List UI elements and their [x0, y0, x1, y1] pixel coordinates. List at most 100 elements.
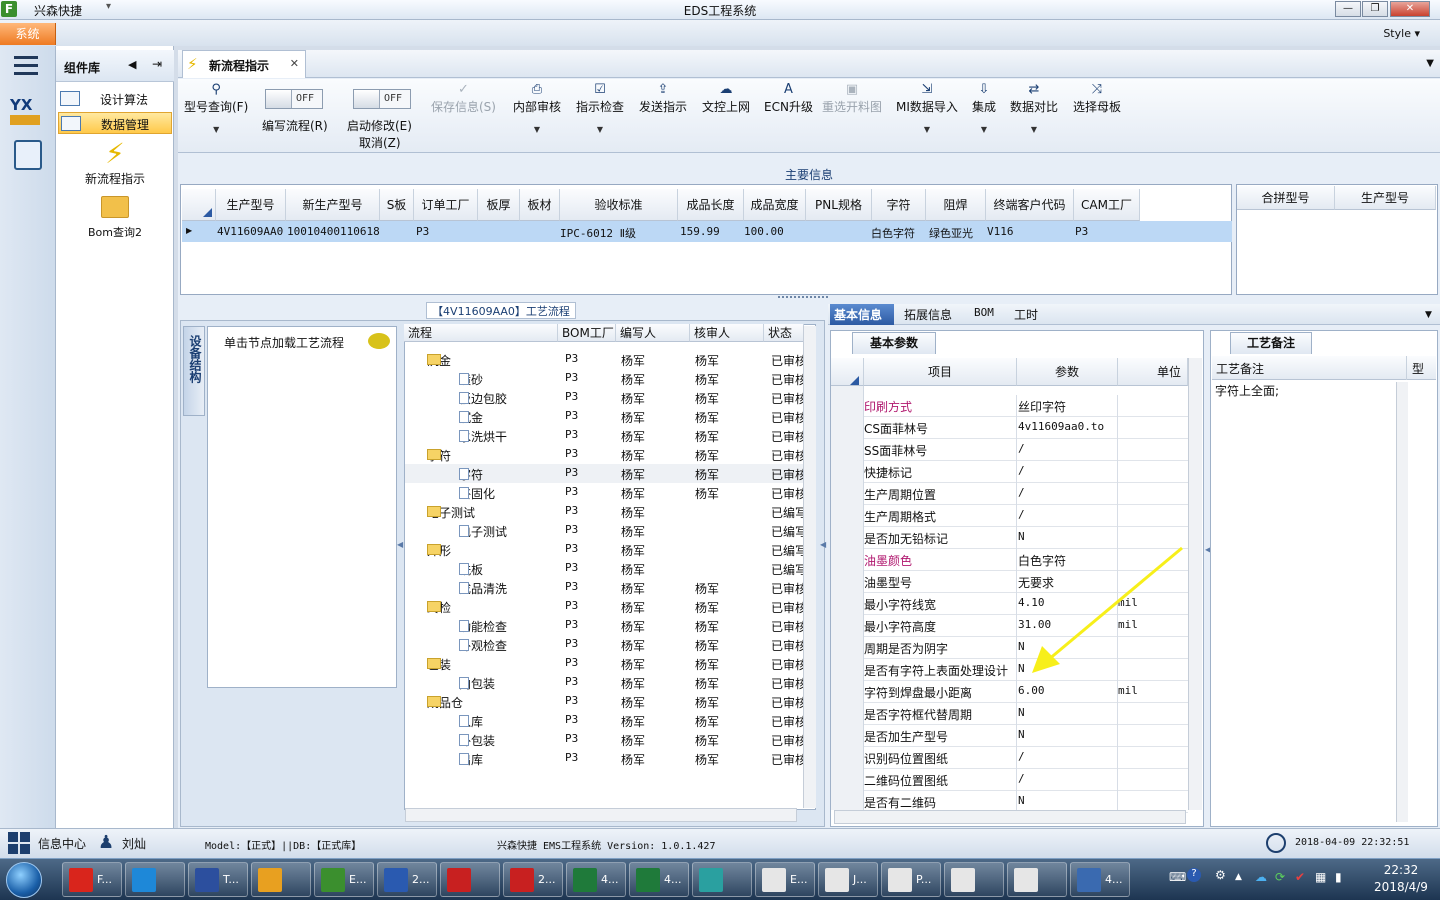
- tree-row[interactable]: 出库 P3 杨军 杨军 已审核: [405, 749, 805, 768]
- tab-list-dropdown-icon[interactable]: ▼: [1426, 58, 1434, 69]
- column-header[interactable]: 合拼型号: [1237, 186, 1335, 210]
- tree-row[interactable]: 外观检查 P3 杨军 杨军 已审核: [405, 635, 805, 654]
- column-header[interactable]: 单位: [1118, 358, 1188, 386]
- factory-icon[interactable]: YX: [10, 96, 44, 128]
- param-value[interactable]: N: [1018, 794, 1118, 807]
- taskbar-item[interactable]: [440, 862, 500, 897]
- column-header[interactable]: BOM工厂: [558, 324, 616, 342]
- save-info-button[interactable]: ✓ 保存信息(S): [431, 82, 496, 115]
- windows-grid-icon[interactable]: [8, 832, 30, 854]
- param-row[interactable]: 印刷方式 丝印字符: [864, 395, 1188, 417]
- tab-list-dropdown-icon[interactable]: ▼: [1425, 310, 1432, 320]
- column-header[interactable]: 成品宽度: [744, 189, 806, 221]
- cloud-icon[interactable]: ☁: [1255, 870, 1267, 884]
- taskbar-item[interactable]: [944, 862, 1004, 897]
- tree-row[interactable]: −电子测试 P3 杨军 已编写: [405, 502, 805, 521]
- equipment-structure-tab[interactable]: 设备结构: [183, 326, 205, 416]
- column-header[interactable]: 核审人: [690, 324, 764, 342]
- doc-online-button[interactable]: ☁ 文控上网: [702, 82, 750, 115]
- tree-row[interactable]: −字符 P3 杨军 杨军 已审核: [405, 445, 805, 464]
- tab-basic-params[interactable]: 基本参数: [852, 332, 936, 354]
- param-row[interactable]: 二维码位置图纸 /: [864, 769, 1188, 791]
- column-header[interactable]: 状态: [764, 324, 804, 342]
- taskbar-item[interactable]: 4...: [629, 862, 689, 897]
- taskbar-item[interactable]: [692, 862, 752, 897]
- taskbar-item[interactable]: 2...: [503, 862, 563, 897]
- param-value[interactable]: 丝印字符: [1018, 398, 1118, 415]
- select-mother-board-button[interactable]: ⤨ 选择母板: [1073, 82, 1121, 115]
- tree-row[interactable]: 内包装 P3 杨军 杨军 已审核: [405, 673, 805, 692]
- show-hidden-icons-icon[interactable]: ▲: [1235, 872, 1242, 882]
- param-row[interactable]: 生产周期位置 /: [864, 483, 1188, 505]
- column-header[interactable]: 流程: [404, 324, 558, 342]
- params-horizontal-scrollbar[interactable]: [834, 810, 1186, 824]
- settings-icon[interactable]: ⚙: [1215, 868, 1226, 882]
- reselect-cut-chart-button[interactable]: ▣ 重选开料图: [822, 82, 882, 115]
- param-row[interactable]: 识别码位置图纸 /: [864, 747, 1188, 769]
- help-icon[interactable]: ?: [1187, 868, 1201, 882]
- close-tab-icon[interactable]: ✕: [290, 57, 299, 70]
- param-value[interactable]: /: [1018, 486, 1118, 499]
- tree-row[interactable]: 外包装 P3 杨军 杨军 已审核: [405, 730, 805, 749]
- taskbar-item[interactable]: J...: [818, 862, 878, 897]
- param-row[interactable]: CS面菲林号 4v11609aa0.to: [864, 417, 1188, 439]
- keyboard-icon[interactable]: ⌨: [1169, 870, 1186, 884]
- param-row[interactable]: 生产周期格式 /: [864, 505, 1188, 527]
- tree-horizontal-scrollbar[interactable]: [405, 808, 797, 822]
- column-header[interactable]: S板: [380, 189, 414, 221]
- column-header[interactable]: 成品长度: [678, 189, 744, 221]
- minimize-button[interactable]: —: [1335, 1, 1361, 17]
- param-value[interactable]: /: [1018, 508, 1118, 521]
- ecn-upgrade-button[interactable]: A ECN升级: [764, 82, 813, 115]
- taskbar-item[interactable]: E...: [314, 862, 374, 897]
- integrate-button[interactable]: ⇩ 集成 ▼: [972, 82, 996, 134]
- tab-new-flow[interactable]: ⚡ 新流程指示 ✕: [182, 50, 306, 78]
- collapse-left-icon[interactable]: ◀: [128, 58, 136, 71]
- taskbar-item[interactable]: 2...: [377, 862, 437, 897]
- taskbar-item[interactable]: 4...: [566, 862, 626, 897]
- component-item-bom-query[interactable]: Bom查询2: [70, 196, 160, 240]
- column-header[interactable]: 生产型号: [1335, 186, 1436, 210]
- style-menu[interactable]: Style ▾: [1383, 27, 1420, 40]
- taskbar-item[interactable]: [251, 862, 311, 897]
- param-value[interactable]: N: [1018, 728, 1118, 741]
- taskbar-item[interactable]: F...: [62, 862, 122, 897]
- horizontal-splitter[interactable]: [778, 296, 828, 302]
- param-row[interactable]: SS面菲林号 /: [864, 439, 1188, 461]
- tree-row[interactable]: 成品清洗 P3 杨军 杨军 已审核: [405, 578, 805, 597]
- column-header[interactable]: 参数: [1017, 358, 1118, 386]
- write-flow-toggle[interactable]: OFF: [265, 89, 323, 109]
- tab-basic-info[interactable]: 基本信息: [830, 304, 894, 325]
- taskbar-clock[interactable]: 22:32 2018/4/9: [1366, 862, 1436, 896]
- param-value[interactable]: /: [1018, 442, 1118, 455]
- params-vertical-scrollbar[interactable]: [1188, 358, 1202, 810]
- tree-row[interactable]: 电子测试 P3 杨军 已编写: [405, 521, 805, 540]
- param-row[interactable]: 快捷标记 /: [864, 461, 1188, 483]
- info-center-link[interactable]: 信息中心: [38, 835, 86, 852]
- param-value[interactable]: /: [1018, 772, 1118, 785]
- taskbar-item[interactable]: [125, 862, 185, 897]
- column-header[interactable]: 验收标准: [560, 189, 678, 221]
- taskbar-item[interactable]: T...: [188, 862, 248, 897]
- close-window-button[interactable]: ✕: [1390, 1, 1430, 17]
- tree-row[interactable]: 铣板 P3 杨军 已编写: [405, 559, 805, 578]
- data-compare-button[interactable]: ⇄ 数据对比 ▼: [1010, 82, 1058, 134]
- param-row[interactable]: 是否加生产型号 N: [864, 725, 1188, 747]
- column-header[interactable]: 新生产型号: [286, 189, 380, 221]
- internal-review-button[interactable]: ⎙ 内部审核 ▼: [513, 82, 561, 134]
- column-header[interactable]: 阻焊: [926, 189, 986, 221]
- remarks-vertical-scrollbar[interactable]: [1396, 382, 1408, 822]
- column-header[interactable]: CAM工厂: [1074, 189, 1140, 221]
- tree-row[interactable]: −成品仓 P3 杨军 杨军 已审核: [405, 692, 805, 711]
- taskbar-item[interactable]: E...: [755, 862, 815, 897]
- start-modify-toggle[interactable]: OFF: [353, 89, 411, 109]
- column-header[interactable]: 板材: [520, 189, 560, 221]
- column-header[interactable]: 板厚: [478, 189, 520, 221]
- taskbar-item[interactable]: P...: [881, 862, 941, 897]
- tree-row[interactable]: 入库 P3 杨军 杨军 已审核: [405, 711, 805, 730]
- column-header[interactable]: 编写人: [616, 324, 690, 342]
- tab-extended-info[interactable]: 拓展信息: [904, 306, 952, 323]
- param-value[interactable]: N: [1018, 706, 1118, 719]
- tree-row[interactable]: 水洗烘干 P3 杨军 杨军 已审核: [405, 426, 805, 445]
- tool-icon[interactable]: ✔: [1295, 870, 1305, 884]
